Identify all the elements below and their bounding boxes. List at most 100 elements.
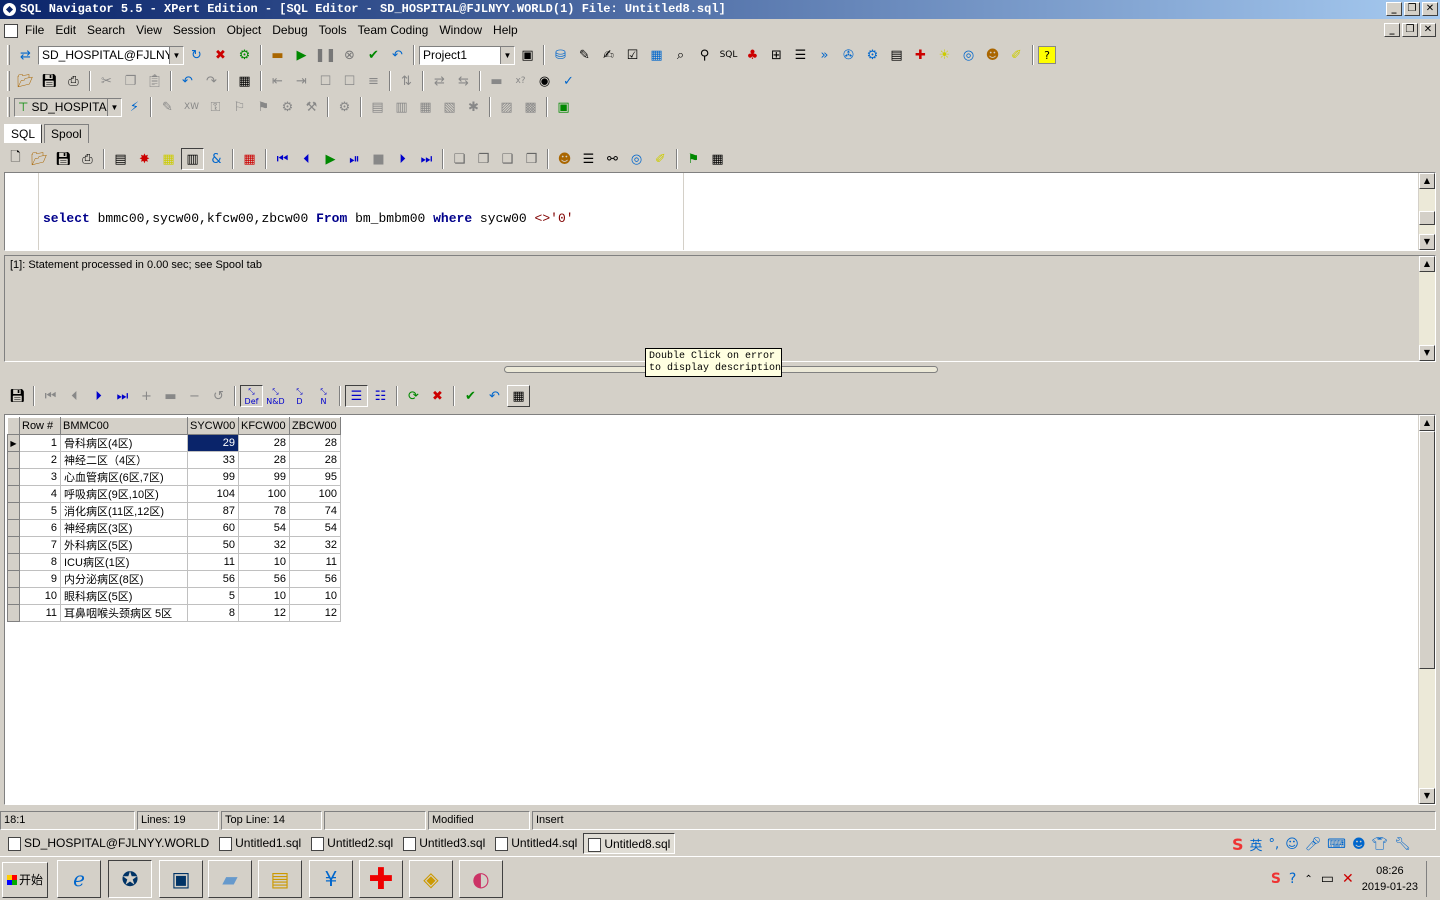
new-icon[interactable]: 🗋︎ [4,148,27,170]
window-list-icon[interactable]: ▦ [233,70,256,92]
kfcw00-cell[interactable]: 10 [238,587,290,605]
document-icon[interactable] [4,23,18,38]
execute-icon[interactable]: ▶ [319,148,342,170]
row-indicator[interactable] [7,519,20,537]
sogou-icon[interactable]: S [1232,835,1244,854]
row-number-cell[interactable]: 3 [19,468,61,486]
xy-icon[interactable]: x? [509,70,532,92]
wrench-icon[interactable]: 🔧︎ [1394,837,1411,852]
table-row[interactable]: 8 ICU病区(1区) 11 10 11 [7,553,341,571]
zbcw00-cell[interactable]: 95 [289,468,341,486]
clip-3-icon[interactable]: ❑ [496,148,519,170]
zbcw00-cell[interactable]: 28 [289,451,341,469]
table-row[interactable]: 7 外科病区(5区) 50 32 32 [7,536,341,554]
bmmc00-cell[interactable]: ICU病区(1区) [60,553,188,571]
pause-icon[interactable]: ❚❚ [314,44,337,66]
open-sql-icon[interactable]: 📂︎ [28,148,51,170]
table-row[interactable]: 11 耳鼻咽喉头颈病区 5区 8 12 12 [7,604,341,622]
row-indicator[interactable] [7,536,20,554]
format-icon[interactable]: ≡ [362,70,385,92]
open-icon[interactable]: 📂︎ [14,70,37,92]
tree-icon[interactable]: ♣ [741,44,764,66]
rollback-icon[interactable]: ↶ [386,44,409,66]
grid-def-button[interactable]: ⤡ Def [240,385,263,407]
header-zbcw00[interactable]: ZBCW00 [289,417,341,435]
first-icon[interactable]: ⏮ [271,148,294,170]
cut-icon[interactable]: ✂ [95,70,118,92]
ie-icon[interactable]: ℯ [57,860,101,898]
zbcw00-cell[interactable]: 28 [289,434,341,452]
object-5-icon[interactable]: ⚑ [252,96,275,118]
connection-select[interactable]: SD_HOSPITAL@FJLNYY.W ▼ [38,45,184,65]
window-tab-untitled1[interactable]: Untitled1.sql [215,833,305,854]
redo-icon[interactable]: ↷ [200,70,223,92]
kfcw00-cell[interactable]: 10 [238,553,290,571]
binoculars-icon[interactable]: ⚯ [601,148,624,170]
table-row[interactable]: 2 神经二区（4区） 33 28 28 [7,451,341,469]
clip-2-icon[interactable]: ❐ [472,148,495,170]
print-icon[interactable]: ⎙ [62,70,85,92]
sycw00-cell[interactable]: 56 [187,570,239,588]
help-icon[interactable]: ? [1038,46,1056,64]
scroll-thumb[interactable] [1419,431,1435,669]
zbcw00-cell[interactable]: 10 [289,587,341,605]
row-number-cell[interactable]: 9 [19,570,61,588]
yuan-icon[interactable]: ¥ [309,860,353,898]
grid-n-button[interactable]: ⤡ N [312,385,335,407]
sycw00-cell[interactable]: 87 [187,502,239,520]
row-indicator[interactable] [7,502,20,520]
folder-icon[interactable]: ▤ [258,860,302,898]
disconnect-icon[interactable]: ✖ [209,44,232,66]
kfcw00-cell[interactable]: 28 [238,451,290,469]
menu-search[interactable]: Search [82,20,131,41]
scroll-down-icon[interactable]: ▼ [1419,234,1435,250]
zbcw00-cell[interactable]: 11 [289,553,341,571]
comment-icon[interactable]: ☐ [314,70,337,92]
copy-icon[interactable]: ❐ [119,70,142,92]
object-1-icon[interactable]: ✎ [156,96,179,118]
object-15-icon[interactable]: ▩ [519,96,542,118]
table-row[interactable]: ▶ 1 骨科病区(4区) 29 28 28 [7,434,341,452]
minimize-button[interactable]: _ [1386,2,1402,16]
kfcw00-cell[interactable]: 56 [238,570,290,588]
network-icon[interactable]: ⚙ [233,44,256,66]
table-row[interactable]: 9 内分泌病区(8区) 56 56 56 [7,570,341,588]
object-13-icon[interactable]: ✱ [462,96,485,118]
save-sql-icon[interactable]: 💾︎ [52,148,75,170]
list-icon[interactable]: ☰ [789,44,812,66]
menu-help[interactable]: Help [488,20,524,41]
light-icon[interactable]: ☀ [933,44,956,66]
grid-view-icon[interactable]: ☰ [345,385,368,407]
row-indicator[interactable] [7,468,20,486]
results-grid[interactable]: Row # BMMC00 SYCW00 KFCW00 ZBCW00 ▶ 1 骨科病区… [4,414,1436,805]
kfcw00-cell[interactable]: 99 [238,468,290,486]
find-icon[interactable]: ⚲ [693,44,716,66]
table-row[interactable]: 4 呼吸病区(9区,10区) 104 100 100 [7,485,341,503]
object-6-icon[interactable]: ⚙ [276,96,299,118]
row-indicator[interactable]: ▶ [7,434,20,452]
tuning-icon[interactable]: ◉ [533,70,556,92]
table-icon[interactable]: ▦ [645,44,668,66]
swap2-icon[interactable]: ⇆ [452,70,475,92]
grid-next-icon[interactable]: ⏵ [87,385,110,407]
clip-4-icon[interactable]: ❒ [520,148,543,170]
row-number-cell[interactable]: 4 [19,485,61,503]
window-tab-connection[interactable]: SD_HOSPITAL@FJLNYY.WORLD [4,833,213,854]
bmmc00-cell[interactable]: 心血管病区(6区,7区) [60,468,188,486]
monitor-icon[interactable]: ▭ [1321,871,1334,887]
table-row[interactable]: 3 心血管病区(6区,7区) 99 99 95 [7,468,341,486]
user-icon[interactable]: ☻ [1352,837,1366,852]
zbcw00-cell[interactable]: 74 [289,502,341,520]
network-tray-icon[interactable]: ✕ [1342,871,1354,887]
execute-step-icon[interactable]: ⏯ [343,148,366,170]
sycw00-cell[interactable]: 5 [187,587,239,605]
code-assistant-icon[interactable]: ⚡ [123,96,146,118]
spell-icon[interactable]: ✓ [557,70,580,92]
menu-debug[interactable]: Debug [267,20,313,41]
query-builder-icon[interactable]: ▥ [181,148,204,170]
window-tab-untitled4[interactable]: Untitled4.sql [491,833,581,854]
briefcase-icon[interactable]: ▬ [266,44,289,66]
grid-cancel-icon[interactable]: ✖ [426,385,449,407]
grid-refresh-small-icon[interactable]: ↺ [207,385,230,407]
header-kfcw00[interactable]: KFCW00 [238,417,290,435]
